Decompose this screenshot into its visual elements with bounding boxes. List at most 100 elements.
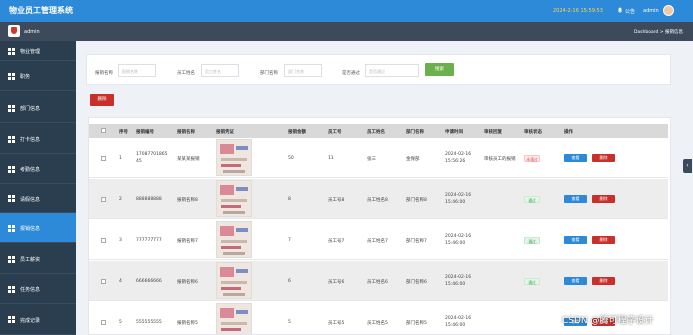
header-username[interactable]: admin — [643, 8, 659, 14]
column-header: 报销名称 — [177, 130, 195, 135]
cell-emp-name: 员工姓名6 — [367, 280, 388, 285]
bell-icon[interactable] — [617, 7, 623, 13]
cell-emp-name: 张三 — [367, 157, 376, 162]
cell-code: 777777777 — [136, 238, 162, 243]
cell-index: 1 — [119, 156, 122, 161]
cell-emp-no: 员工号8 — [328, 198, 345, 203]
view-button[interactable]: 查看 — [564, 277, 587, 285]
view-button[interactable]: 查看 — [564, 195, 587, 203]
cell-dept: 部门名称7 — [406, 239, 427, 244]
sidebar: 物业管理 职务 部门信息 打卡信息考勤信息请假信息报销信息 员工薪资 任务信息完成记录 — [0, 41, 76, 335]
notice-link[interactable]: 公告 — [625, 8, 635, 15]
search-button[interactable]: 搜索 — [425, 63, 454, 76]
status-badge: 通过 — [524, 196, 540, 203]
cell-time: 15:56:26 — [445, 159, 466, 164]
table-row[interactable]: 3 777777777 报销名称7 7 员工号7 员工姓名7 部门名称7 2024-02-16… — [89, 220, 668, 260]
sidebar-username: admin — [24, 29, 40, 35]
sidebar-item-label: 请假信息 — [20, 196, 41, 203]
reimbursement-table: 序号 报销编号 报销名称 报销凭证 报销金额 员工号 员工姓名 部门名称 申请时间 审核回复 审核状… — [88, 117, 671, 335]
approved-select[interactable]: 是否通过 — [365, 64, 419, 77]
receipt-thumbnail[interactable] — [216, 221, 252, 258]
cell-emp-no: 员工号5 — [328, 321, 345, 326]
cell-name: 某某某报销 — [177, 157, 200, 162]
sidebar-item-5[interactable]: 请假信息 — [0, 184, 76, 213]
row-checkbox[interactable] — [101, 238, 106, 243]
cell-index: 4 — [119, 279, 122, 284]
dept-name-input[interactable]: 部门名称 — [284, 64, 322, 77]
leave-icon — [8, 195, 15, 202]
cell-dept: 金保部 — [406, 157, 420, 162]
clock-icon — [8, 135, 15, 143]
cell-emp-no: 11 — [328, 156, 334, 161]
cell-amount: 7 — [288, 238, 291, 243]
cell-time: 15:46:00 — [445, 323, 466, 328]
cell-code: 555555555 — [136, 320, 162, 325]
batch-delete-button[interactable]: 删除 — [90, 94, 114, 106]
employee-name-input[interactable]: 员工姓名 — [201, 64, 239, 77]
cell-time: 15:46:00 — [445, 241, 466, 246]
sidebar-item-6[interactable]: 报销信息 — [0, 213, 76, 243]
select-all-checkbox[interactable] — [101, 128, 106, 133]
row-checkbox[interactable] — [101, 279, 106, 284]
sidebar-item-8[interactable]: 任务信息 — [0, 274, 76, 304]
label-approved: 是否通过 — [342, 71, 360, 76]
view-button[interactable]: 查看 — [564, 154, 587, 162]
delete-button[interactable]: 删除 — [592, 154, 615, 162]
receipt-thumbnail[interactable] — [216, 262, 252, 299]
table-row[interactable]: 4 666666666 报销名称6 6 员工号6 员工姓名6 部门名称6 2024-02-16… — [89, 261, 668, 301]
cell-index: 2 — [119, 197, 122, 202]
view-button[interactable]: 查看 — [564, 236, 587, 244]
row-checkbox[interactable] — [101, 156, 106, 161]
receipt-thumbnail[interactable] — [216, 303, 252, 334]
sidebar-item-4[interactable]: 考勤信息 — [0, 154, 76, 184]
label-reimburse-name: 报销名称 — [95, 71, 113, 76]
sidebar-item-label: 完成记录 — [20, 317, 41, 324]
table-row[interactable]: 2 888888888 报销名称8 8 员工号8 员工姓名8 部门名称8 2024-02-16… — [89, 179, 668, 219]
cell-date: 2024-02-16 — [445, 316, 472, 321]
cell-amount: 5 — [288, 320, 291, 325]
receipt-thumbnail[interactable] — [216, 180, 252, 217]
sidebar-item-0[interactable]: 物业管理 — [0, 41, 76, 61]
sidebar-item-9[interactable]: 完成记录 — [0, 304, 76, 335]
cell-time: 15:46:00 — [445, 282, 466, 287]
building-icon — [8, 47, 15, 55]
cell-emp-no: 员工号7 — [328, 239, 345, 244]
cell-time: 15:46:00 — [445, 200, 466, 205]
cell-name: 报销名称6 — [177, 280, 198, 285]
top-header: 物业员工管理系统 2024-2-16 15:59:53 公告 admin — [0, 0, 693, 22]
sidebar-item-3[interactable]: 打卡信息 — [0, 124, 76, 154]
column-header: 申请时间 — [445, 130, 463, 135]
table-row[interactable]: 1 17087701865 45 某某某报销 50 11 张三 金保部 2024-02-16 15… — [89, 138, 668, 178]
reimburse-name-input[interactable]: 报销名称 — [118, 64, 156, 77]
cell-date: 2024-02-16 — [445, 275, 472, 280]
row-checkbox[interactable] — [101, 320, 106, 325]
sidebar-item-7[interactable]: 员工薪资 — [0, 244, 76, 274]
column-header: 报销编号 — [136, 130, 154, 135]
cell-emp-name: 员工姓名8 — [367, 198, 388, 203]
cell-index: 3 — [119, 238, 122, 243]
grid-icon — [8, 224, 15, 232]
delete-button[interactable]: 删除 — [592, 236, 615, 244]
row-checkbox[interactable] — [101, 197, 106, 202]
delete-button[interactable]: 删除 — [592, 195, 615, 203]
cell-code: 17087701865 — [136, 152, 168, 157]
column-header: 操作 — [564, 130, 573, 135]
sidebar-item-label: 考勤信息 — [20, 167, 41, 173]
cell-name: 报销名称5 — [177, 321, 198, 326]
avatar[interactable] — [663, 5, 674, 16]
column-header: 员工姓名 — [367, 130, 385, 135]
search-panel: 报销名称 报销名称 员工姓名 员工姓名 部门名称 部门名称 是否通过 是否通过 … — [86, 54, 671, 85]
chevron-left-icon[interactable]: ‹ — [683, 159, 692, 173]
delete-button[interactable]: 删除 — [592, 277, 615, 285]
cell-date: 2024-02-16 — [445, 234, 472, 239]
receipt-thumbnail[interactable] — [216, 139, 252, 176]
status-badge: 通过 — [524, 278, 540, 285]
cell-emp-name: 员工姓名7 — [367, 239, 388, 244]
breadcrumb: Dashboard > 报销信息 — [633, 30, 683, 35]
cell-amount: 8 — [288, 197, 291, 202]
cell-code-cont: 45 — [136, 159, 142, 164]
sidebar-item-2[interactable]: 部门信息 — [0, 93, 76, 123]
sidebar-item-1[interactable]: 职务 — [0, 61, 76, 91]
cell-dept: 部门名称5 — [406, 321, 427, 326]
cell-name: 报销名称7 — [177, 239, 198, 244]
